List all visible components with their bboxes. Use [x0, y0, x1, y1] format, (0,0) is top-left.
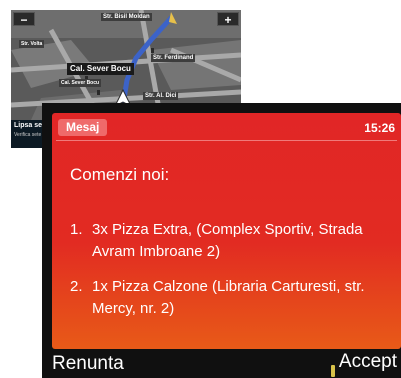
street-label: Str. Volta [19, 40, 45, 48]
gps-status-subtitle: Verifica sete [14, 132, 42, 138]
order-text: 1x Pizza Calzone (Libraria Carturesti, s… [92, 278, 365, 317]
current-street-label: Cal. Sever Bocu [67, 63, 134, 75]
zoom-in-button[interactable]: + [217, 12, 239, 27]
message-time: 15:26 [364, 121, 395, 135]
order-text: 3x Pizza Extra, (Complex Sportiv, Strada… [92, 221, 363, 260]
street-label: Str. Ferdinand [151, 54, 196, 62]
street-label: Str. Al. Dici [143, 92, 179, 100]
cursor-indicator [331, 365, 335, 377]
header-divider [56, 140, 397, 141]
zoom-out-button[interactable]: − [13, 12, 35, 27]
message-title: Comenzi noi: [70, 165, 170, 184]
order-number: 1. [70, 221, 83, 238]
softkey-bar: Renunta Accept [42, 351, 401, 378]
street-label: Cal. Sever Bocu [59, 79, 102, 87]
order-number: 2. [70, 278, 83, 295]
accept-softkey[interactable]: Accept [339, 351, 397, 373]
order-item: 1. 3x Pizza Extra, (Complex Sportiv, Str… [70, 219, 395, 263]
message-device: Mesaj 15:26 Comenzi noi: 1. 3x Pizza Ext… [42, 103, 401, 378]
message-screen: Mesaj 15:26 Comenzi noi: 1. 3x Pizza Ext… [52, 113, 401, 349]
message-header: Mesaj 15:26 [52, 113, 401, 141]
reject-softkey[interactable]: Renunta [52, 353, 124, 375]
order-item: 2. 1x Pizza Calzone (Libraria Carturesti… [70, 276, 395, 320]
message-tag: Mesaj [58, 119, 108, 136]
street-label: Str. Bisil Moldan [101, 13, 152, 21]
screenshot-stage: − + Str. Bisil Moldan Str. Volta Str. Fe… [0, 0, 401, 378]
order-list: 1. 3x Pizza Extra, (Complex Sportiv, Str… [70, 219, 395, 333]
